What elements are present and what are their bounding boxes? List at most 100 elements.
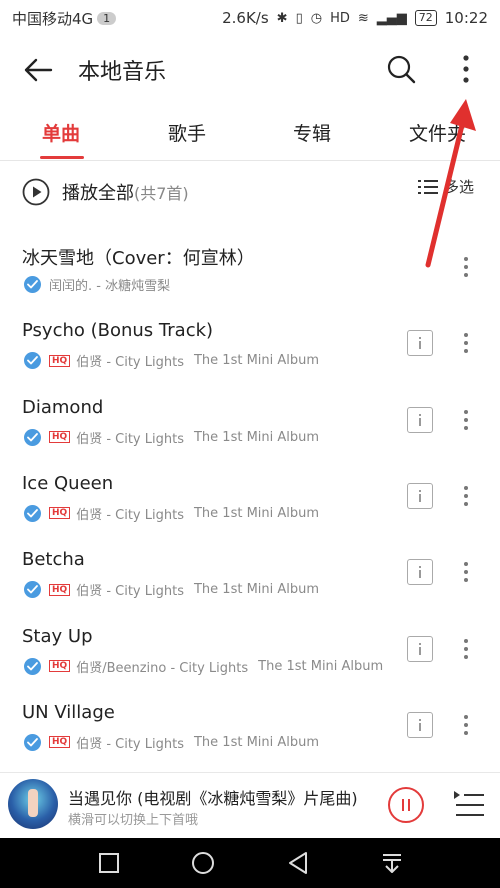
playlist-button[interactable] [452, 787, 486, 823]
song-album: The 1st Mini Album [193, 353, 320, 369]
album-cover[interactable] [8, 779, 58, 829]
song-album: The 1st Mini Album [193, 582, 320, 598]
dot [464, 333, 468, 338]
search-button[interactable] [380, 48, 422, 90]
song-row[interactable]: Stay Up HQ 伯贤/Beenzino - City Lights The 1s… [0, 616, 500, 692]
back-nav-button[interactable] [283, 848, 313, 878]
song-row[interactable]: Diamond HQ 伯贤 - City Lights The 1st Mini Al… [0, 387, 500, 463]
notification-count-badge: 1 [97, 11, 117, 25]
now-playing-title: 当遇见你 (电视剧《冰糖炖雪梨》片尾曲) [68, 789, 358, 808]
tab-albums[interactable]: 专辑 [293, 104, 331, 160]
song-more-button[interactable] [456, 328, 476, 358]
song-more-button[interactable] [456, 481, 476, 511]
tab-artists[interactable]: 歌手 [168, 104, 206, 160]
song-more-button[interactable] [456, 405, 476, 435]
recents-button[interactable] [94, 848, 124, 878]
dot [464, 638, 468, 643]
page-title: 本地音乐 [78, 60, 167, 85]
alarm-icon: ◷ [310, 10, 323, 26]
hq-badge: HQ [49, 660, 71, 672]
status-bar: 中国移动4G 1 2.6K/s ✱ ▯ ◷ HD ≋ ▂▄▆ 72 10:22 [0, 0, 500, 36]
song-title: UN Village [22, 701, 115, 723]
mini-player[interactable]: 当遇见你 (电视剧《冰糖炖雪梨》片尾曲) 横滑可以切换上下首哦 [0, 772, 500, 839]
song-more-button[interactable] [456, 634, 476, 664]
dot [464, 714, 468, 719]
downloaded-check-icon [24, 733, 41, 751]
hd-icon: HD [330, 10, 350, 26]
song-artist: 伯贤 - City Lights [76, 736, 184, 752]
song-row[interactable]: Psycho (Bonus Track) HQ 伯贤 - City Lights Th… [0, 310, 500, 386]
dot [464, 417, 468, 422]
more-options-button[interactable] [448, 48, 484, 90]
info-icon [419, 566, 421, 579]
info-icon [419, 337, 421, 350]
song-info-button[interactable] [407, 711, 433, 738]
dot [464, 349, 468, 354]
playlist-icon [454, 791, 484, 816]
dot [464, 562, 468, 567]
song-meta: HQ 伯贤 - City Lights The 1st Mini Album [24, 428, 319, 447]
downloaded-check-icon [24, 504, 41, 522]
song-info-button[interactable] [407, 635, 433, 662]
dot [464, 654, 468, 659]
status-right: 2.6K/s ✱ ▯ ◷ HD ≋ ▂▄▆ 72 10:22 [222, 9, 488, 27]
song-title: 冰天雪地（Cover：何宣林） [22, 248, 255, 269]
song-info-button[interactable] [407, 406, 433, 433]
back-arrow-icon [24, 58, 53, 82]
song-artist: 伯贤 - City Lights [76, 431, 184, 447]
triangle-back-icon [289, 852, 307, 874]
play-all-label: 播放全部(共7首) [62, 183, 189, 204]
song-album: The 1st Mini Album [258, 658, 384, 674]
vertical-dots-icon [463, 55, 469, 83]
song-album: The 1st Mini Album [193, 505, 320, 521]
song-album: The 1st Mini Album [193, 734, 320, 750]
play-circle-icon [22, 178, 50, 206]
song-row[interactable]: Ice Queen HQ 伯贤 - City Lights The 1st Mini … [0, 463, 500, 539]
hq-badge: HQ [49, 736, 71, 749]
song-album: The 1st Mini Album [193, 429, 320, 445]
system-nav-bar [0, 838, 500, 888]
downloaded-check-icon [24, 657, 41, 675]
pause-icon-bar [408, 799, 410, 811]
song-artist: 伯贤 - City Lights [76, 355, 184, 371]
hq-badge: HQ [49, 507, 71, 520]
signal-icon: ▂▄▆ [376, 10, 407, 26]
pause-button[interactable] [388, 787, 424, 823]
song-row[interactable]: UN Village HQ 伯贤 - City Lights The 1st Mini… [0, 692, 500, 768]
hq-badge: HQ [49, 583, 71, 596]
dot [464, 493, 468, 498]
song-more-button[interactable] [456, 557, 476, 587]
song-meta: HQ 伯贤 - City Lights The 1st Mini Album [24, 580, 319, 599]
tab-songs[interactable]: 单曲 [42, 104, 80, 160]
song-artist: 伯贤 - City Lights [76, 584, 184, 600]
search-icon [387, 55, 416, 84]
song-info-button[interactable] [407, 482, 433, 509]
dot [464, 425, 468, 430]
song-info-button[interactable] [407, 330, 433, 357]
song-more-button[interactable] [456, 710, 476, 740]
dot [464, 646, 468, 651]
dot [464, 341, 468, 346]
vibrate-icon: ▯ [295, 10, 303, 26]
song-title: Betcha [22, 549, 85, 571]
song-meta: HQ 伯贤 - City Lights The 1st Mini Album [24, 351, 319, 370]
notification-pull-button[interactable] [377, 848, 407, 878]
dot [464, 570, 468, 575]
square-icon [99, 853, 119, 873]
pull-down-icon [383, 854, 401, 873]
downloaded-check-icon [24, 581, 41, 599]
home-button[interactable] [188, 848, 218, 878]
network-speed: 2.6K/s [222, 9, 269, 27]
downloaded-check-icon [24, 428, 41, 446]
song-meta: 闰闰的. - 冰糖炖雪梨 [24, 275, 170, 294]
annotation-arrow [425, 99, 476, 268]
app-bar: 本地音乐 [0, 36, 500, 104]
back-button[interactable] [8, 40, 68, 100]
info-icon [419, 718, 421, 731]
dot [464, 578, 468, 583]
circle-icon [192, 852, 214, 874]
info-icon [419, 642, 421, 655]
song-info-button[interactable] [407, 559, 433, 586]
song-row[interactable]: Betcha HQ 伯贤 - City Lights The 1st Mini Alb… [0, 539, 500, 615]
dot [464, 485, 468, 490]
